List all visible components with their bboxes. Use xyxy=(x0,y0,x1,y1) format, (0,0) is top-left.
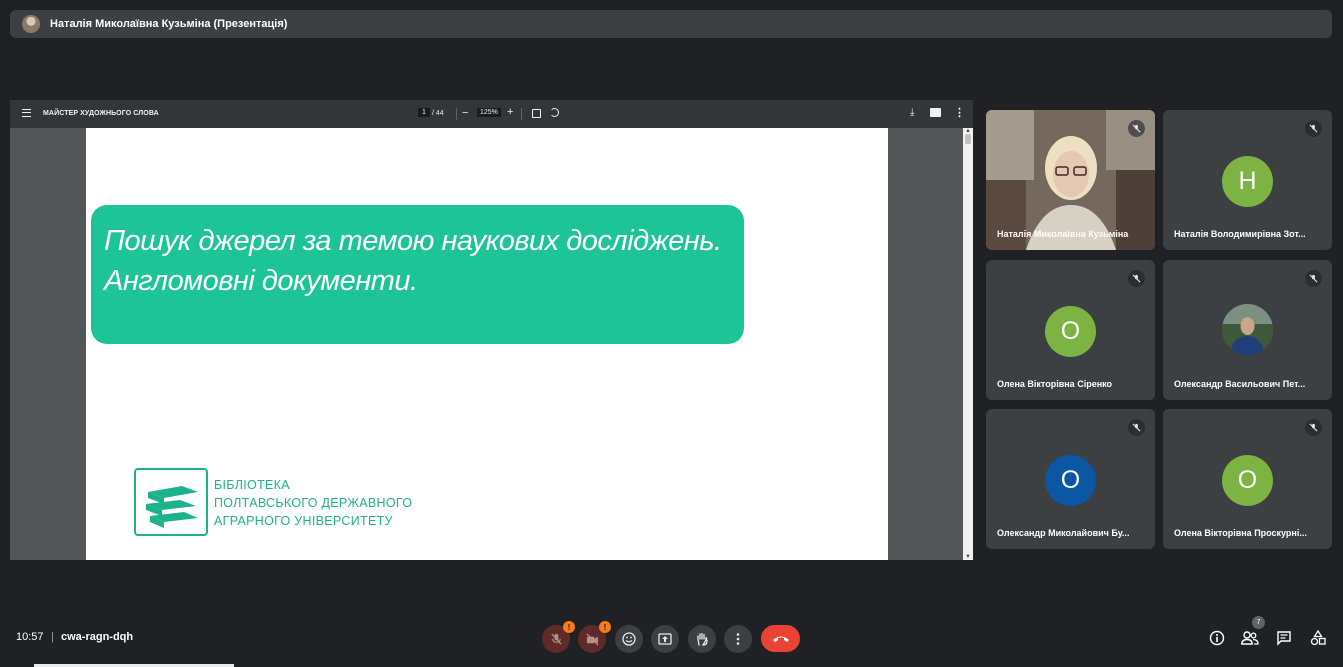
participant-name: Наталія Володимирівна Зот... xyxy=(1174,229,1306,239)
participant-name: Олександр Васильович Пет... xyxy=(1174,379,1306,389)
menu-icon[interactable] xyxy=(22,109,31,117)
library-name-line-2: ПОЛТАВСЬКОГО ДЕРЖАВНОГО xyxy=(214,496,413,510)
presenter-avatar xyxy=(22,15,40,33)
presenter-bar: Наталія Миколаївна Кузьміна (Презентація… xyxy=(10,10,1332,38)
mic-off-icon xyxy=(1128,270,1145,287)
camera-off-icon xyxy=(585,632,599,646)
page-number-input[interactable]: 1 xyxy=(418,108,430,117)
meeting-time: 10:57 xyxy=(16,631,44,643)
download-icon[interactable]: ⤓ xyxy=(910,107,914,118)
library-logo: БІБЛІОТЕКА ПОЛТАВСЬКОГО ДЕРЖАВНОГО АГРАР… xyxy=(134,467,424,537)
present-icon xyxy=(658,633,672,645)
activities-icon xyxy=(1310,630,1326,646)
camera-toggle-button[interactable]: ! xyxy=(578,621,611,653)
emoji-icon xyxy=(622,632,636,646)
more-vert-icon[interactable]: ⋮ xyxy=(954,106,965,119)
participant-tile[interactable]: О Олена Вікторівна Сіренко xyxy=(986,260,1155,400)
leave-call-button[interactable] xyxy=(761,625,800,652)
participant-name: Олена Вікторівна Сіренко xyxy=(997,379,1113,389)
page-total: / 44 xyxy=(432,110,444,117)
toolbar-divider xyxy=(456,108,457,120)
activities-button[interactable] xyxy=(1309,629,1327,647)
pdf-scrollbar[interactable]: ▲ ▼ xyxy=(963,128,973,560)
mic-off-icon xyxy=(1128,419,1145,436)
participant-tile[interactable]: О Олександр Миколайович Бу... xyxy=(986,409,1155,549)
participant-photo xyxy=(1222,304,1273,355)
mic-off-icon xyxy=(550,632,562,645)
info-icon xyxy=(1209,630,1225,646)
mic-toggle-button[interactable]: ! xyxy=(542,621,575,653)
meeting-code: cwa-ragn-dqh xyxy=(61,631,134,643)
document-title: МАЙСТЕР ХУДОЖНЬОГО СЛОВА xyxy=(43,110,159,117)
print-icon[interactable] xyxy=(930,108,941,117)
participant-avatar: Н xyxy=(1222,156,1273,207)
zoom-level-input[interactable]: 125% xyxy=(477,108,501,117)
slide-title-line-2: Англомовні документи. xyxy=(104,265,418,297)
participant-name: Наталія Миколаївна Кузьміна xyxy=(997,229,1129,239)
participant-name: Олександр Миколайович Бу... xyxy=(997,528,1130,538)
scroll-down-icon[interactable]: ▼ xyxy=(965,554,971,560)
participant-tile[interactable]: О Олена Вікторівна Проскурні... xyxy=(1163,409,1332,549)
mic-off-icon xyxy=(1305,419,1322,436)
participant-tile[interactable]: Н Наталія Володимирівна Зот... xyxy=(1163,110,1332,250)
participant-name: Олена Вікторівна Проскурні... xyxy=(1174,528,1307,538)
chat-icon xyxy=(1277,631,1291,646)
mic-off-icon xyxy=(1305,270,1322,287)
scrollbar-thumb[interactable] xyxy=(965,134,971,144)
mic-off-icon xyxy=(1128,120,1145,137)
participant-avatar: О xyxy=(1222,455,1273,506)
toolbar-divider xyxy=(521,108,522,120)
participant-count-badge: 7 xyxy=(1252,616,1265,629)
chat-button[interactable] xyxy=(1275,629,1293,647)
presenter-title: Наталія Миколаївна Кузьміна (Презентація… xyxy=(50,18,288,30)
raise-hand-button[interactable] xyxy=(688,625,716,653)
books-icon xyxy=(134,468,208,536)
meeting-details-button[interactable] xyxy=(1208,629,1226,647)
library-name: БІБЛІОТЕКА ПОЛТАВСЬКОГО ДЕРЖАВНОГО АГРАР… xyxy=(214,476,412,530)
fit-page-icon[interactable] xyxy=(532,109,541,118)
participant-tile[interactable]: Олександр Васильович Пет... xyxy=(1163,260,1332,400)
raise-hand-icon xyxy=(697,632,708,646)
slide-title-line-1: Пошук джерел за темою наукових досліджен… xyxy=(104,225,722,257)
participant-avatar: О xyxy=(1045,306,1096,357)
library-name-line-3: АГРАРНОГО УНІВЕРСИТЕТУ xyxy=(214,514,393,528)
slide-title-box: Пошук джерел за темою наукових досліджен… xyxy=(91,205,744,344)
zoom-out-button[interactable]: − xyxy=(462,107,468,119)
more-vert-icon xyxy=(736,633,740,645)
reactions-button[interactable] xyxy=(615,625,643,653)
library-name-line-1: БІБЛІОТЕКА xyxy=(214,478,290,492)
zoom-in-button[interactable]: + xyxy=(507,106,513,118)
present-button[interactable] xyxy=(651,625,679,653)
hangup-icon xyxy=(772,636,789,642)
participant-avatar: О xyxy=(1045,455,1096,506)
people-icon xyxy=(1241,631,1259,645)
presentation-area: МАЙСТЕР ХУДОЖНЬОГО СЛОВА 1 / 44 − 125% +… xyxy=(10,100,973,560)
more-options-button[interactable] xyxy=(724,625,752,653)
people-button[interactable] xyxy=(1241,629,1259,647)
footer-divider: | xyxy=(51,631,54,643)
mic-warning-badge: ! xyxy=(563,621,575,633)
rotate-icon[interactable] xyxy=(550,108,559,117)
participant-tile[interactable]: Наталія Миколаївна Кузьміна xyxy=(986,110,1155,250)
camera-warning-badge: ! xyxy=(599,621,611,633)
pdf-toolbar: МАЙСТЕР ХУДОЖНЬОГО СЛОВА 1 / 44 − 125% +… xyxy=(10,100,973,128)
pdf-page: Пошук джерел за темою наукових досліджен… xyxy=(86,128,888,560)
mic-off-icon xyxy=(1305,120,1322,137)
